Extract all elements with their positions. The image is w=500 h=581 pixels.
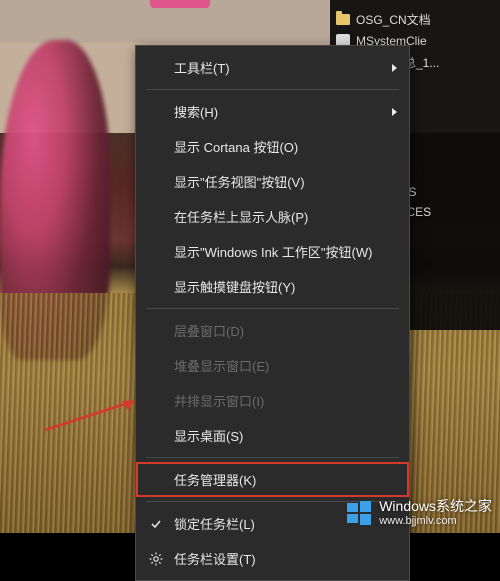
menu-show-people[interactable]: 在任务栏上显示人脉(P): [136, 199, 409, 234]
windows-logo-icon: [345, 499, 373, 527]
menu-label: 工具栏(T): [174, 58, 230, 77]
menu-stacked: 堆叠显示窗口(E): [136, 348, 409, 383]
menu-label: 显示触摸键盘按钮(Y): [174, 277, 295, 296]
menu-sidebyside: 并排显示窗口(I): [136, 383, 409, 418]
gear-icon: [148, 551, 164, 567]
menu-label: 显示 Cortana 按钮(O): [174, 137, 298, 156]
menu-separator: [146, 89, 399, 90]
menu-label: 显示"任务视图"按钮(V): [174, 172, 305, 191]
menu-show-cortana[interactable]: 显示 Cortana 按钮(O): [136, 129, 409, 164]
menu-label: 任务管理器(K): [174, 470, 256, 489]
file-row[interactable]: OSG_CN文档: [334, 8, 496, 31]
menu-show-ink[interactable]: 显示"Windows Ink 工作区"按钮(W): [136, 234, 409, 269]
watermark-title: Windows系统之家: [379, 499, 492, 514]
menu-label: 显示"Windows Ink 工作区"按钮(W): [174, 242, 372, 261]
check-icon: [148, 516, 164, 532]
menu-separator: [146, 308, 399, 309]
menu-separator: [146, 457, 399, 458]
taskbar-app-indicator: [150, 0, 210, 8]
file-label: OSG_CN文档: [356, 11, 431, 28]
menu-label: 在任务栏上显示人脉(P): [174, 207, 308, 226]
menu-show-touchkbd[interactable]: 显示触摸键盘按钮(Y): [136, 269, 409, 304]
watermark-url: www.bjjmlv.com: [379, 515, 492, 527]
chevron-right-icon: [392, 108, 397, 116]
menu-label: 任务栏设置(T): [174, 549, 256, 568]
menu-label: 搜索(H): [174, 102, 218, 121]
watermark: Windows系统之家 www.bjjmlv.com: [345, 499, 492, 527]
menu-label: 锁定任务栏(L): [174, 514, 255, 533]
menu-label: 堆叠显示窗口(E): [174, 356, 269, 375]
folder-icon: [336, 14, 350, 25]
chevron-right-icon: [392, 64, 397, 72]
menu-search[interactable]: 搜索(H): [136, 94, 409, 129]
menu-task-manager[interactable]: 任务管理器(K): [136, 462, 409, 497]
menu-show-taskview[interactable]: 显示"任务视图"按钮(V): [136, 164, 409, 199]
menu-label: 显示桌面(S): [174, 426, 243, 445]
menu-label: 层叠窗口(D): [174, 321, 244, 340]
menu-label: 并排显示窗口(I): [174, 391, 264, 410]
menu-show-desktop[interactable]: 显示桌面(S): [136, 418, 409, 453]
menu-toolbars[interactable]: 工具栏(T): [136, 50, 409, 85]
menu-taskbar-settings[interactable]: 任务栏设置(T): [136, 541, 409, 576]
menu-cascade: 层叠窗口(D): [136, 313, 409, 348]
